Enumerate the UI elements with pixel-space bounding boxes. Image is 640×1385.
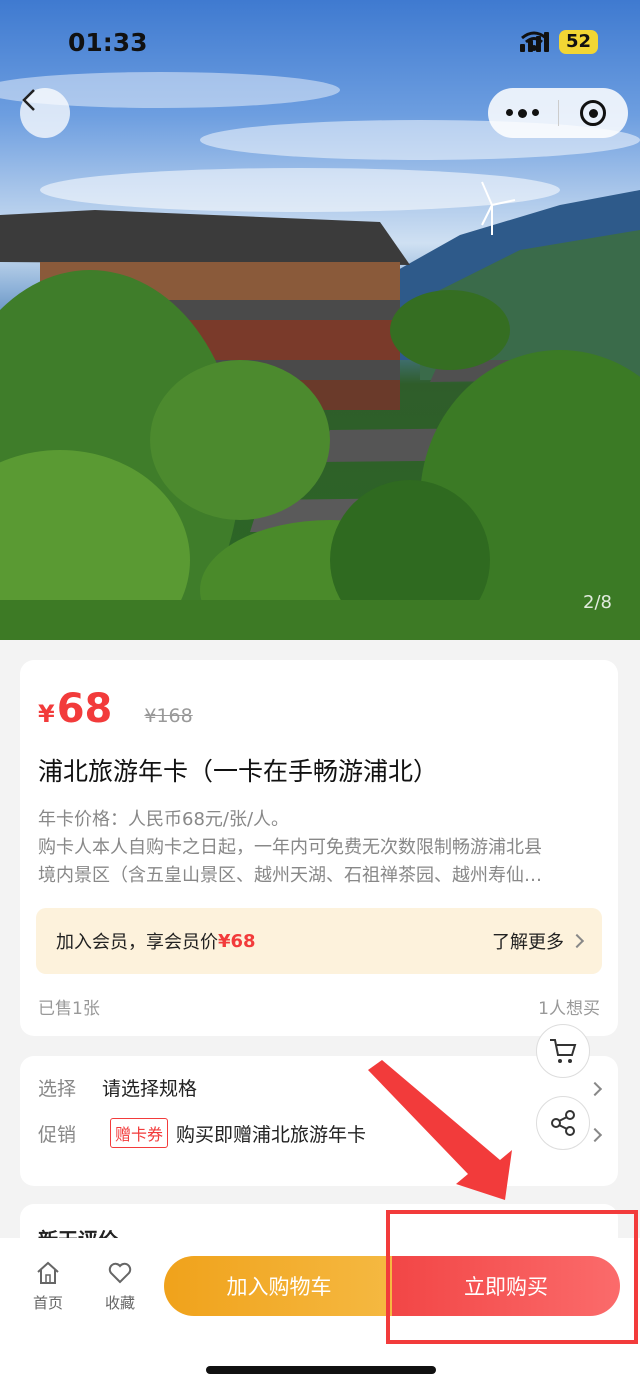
- desc-line: 境内景区（含五皇山景区、越州天湖、石祖禅茶园、越州寿仙…: [38, 865, 542, 886]
- desc-line: 购卡人本人自购卡之日起，一年内可免费无次数限制畅游浦北县: [38, 837, 542, 858]
- more-menu-button[interactable]: [488, 88, 558, 138]
- nav-favorite[interactable]: 收藏: [90, 1260, 150, 1313]
- battery-icon: 52: [558, 30, 598, 54]
- promo-tag: 赠卡券: [110, 1118, 169, 1148]
- price-row: ¥ 68 ¥168: [38, 686, 193, 732]
- heart-icon: [108, 1262, 132, 1284]
- promo-row[interactable]: 促销 赠卡券 购买即赠浦北旅游年卡: [38, 1118, 366, 1148]
- want-count: 1人想买: [538, 999, 600, 1019]
- cart-icon: [550, 1039, 577, 1063]
- add-to-cart-button[interactable]: 加入购物车: [164, 1256, 394, 1316]
- product-info-card: ¥ 68 ¥168 浦北旅游年卡（一卡在手畅游浦北） 年卡价格：人民币68元/张…: [20, 660, 618, 1036]
- share-icon: [551, 1110, 575, 1136]
- status-icons: 52: [519, 30, 598, 54]
- desc-line: 年卡价格：人民币68元/张/人。: [38, 809, 290, 830]
- target-icon: [580, 100, 607, 126]
- sold-count: 已售1张: [38, 999, 100, 1019]
- product-image-gallery[interactable]: 01:33 52 2/8: [0, 0, 640, 640]
- select-spec-row[interactable]: 选择 请选择规格: [38, 1074, 197, 1101]
- more-dots-icon: [506, 108, 540, 118]
- status-time: 01:33: [68, 28, 148, 57]
- original-price: ¥168: [144, 705, 193, 727]
- miniprogram-capsule: [488, 88, 628, 138]
- member-banner[interactable]: 加入会员，享会员价 ¥68 了解更多: [36, 908, 602, 974]
- home-indicator: [206, 1366, 436, 1374]
- float-cart-button[interactable]: [536, 1024, 590, 1078]
- spec-card: 选择 请选择规格 促销 赠卡券 购买即赠浦北旅游年卡: [20, 1056, 618, 1186]
- chevron-left-icon: [22, 89, 35, 111]
- chevron-right-icon: [569, 933, 585, 949]
- nav-home[interactable]: 首页: [18, 1260, 78, 1313]
- promo-label: 促销: [38, 1123, 77, 1146]
- home-icon: [37, 1261, 59, 1284]
- nav-favorite-label: 收藏: [104, 1294, 135, 1312]
- image-counter: 2/8: [583, 592, 612, 613]
- select-label: 选择: [38, 1078, 77, 1100]
- chevron-right-icon: [587, 1127, 603, 1143]
- nav-home-label: 首页: [32, 1294, 63, 1312]
- product-description: 年卡价格：人民币68元/张/人。 购卡人本人自购卡之日起，一年内可免费无次数限制…: [38, 806, 600, 890]
- close-miniprogram-button[interactable]: [559, 88, 629, 138]
- float-share-button[interactable]: [536, 1096, 590, 1150]
- back-button[interactable]: [20, 88, 70, 138]
- select-value: 请选择规格: [102, 1078, 198, 1100]
- wifi-icon: [520, 31, 547, 51]
- learn-more-link[interactable]: 了解更多: [492, 928, 585, 954]
- member-text: 加入会员，享会员价: [56, 932, 218, 953]
- price-currency: ¥: [38, 700, 55, 728]
- member-price: ¥68: [218, 930, 256, 952]
- learn-more-label: 了解更多: [492, 932, 564, 953]
- promo-value: 购买即赠浦北旅游年卡: [176, 1123, 367, 1146]
- price-value: 68: [56, 686, 113, 732]
- highlight-box: [386, 1210, 638, 1344]
- product-title: 浦北旅游年卡（一卡在手畅游浦北）: [38, 757, 439, 786]
- chevron-right-icon: [587, 1081, 603, 1097]
